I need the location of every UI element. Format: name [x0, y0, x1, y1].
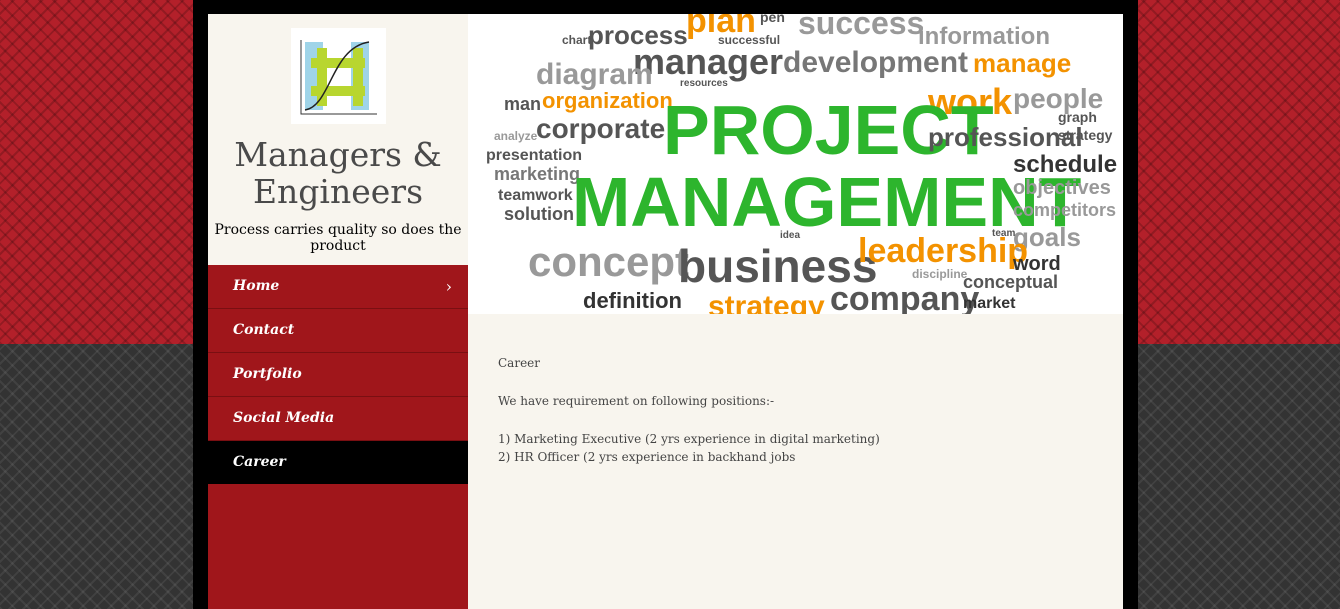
nav-item-contact[interactable]: Contact: [208, 309, 468, 353]
word-market: market: [963, 295, 1016, 312]
word-conceptual: conceptual: [963, 272, 1058, 292]
content-heading: Career: [498, 356, 541, 370]
word-teamwork: teamwork: [498, 187, 573, 204]
word-team: team: [992, 228, 1015, 239]
position-item: 2) HR Officer (2 yrs experience in backh…: [498, 450, 796, 464]
word-resources: resources: [680, 78, 728, 89]
word-corporate: corporate: [536, 113, 665, 144]
word-company: company: [830, 280, 979, 314]
site-title[interactable]: Managers & Engineers: [208, 136, 468, 210]
nav-item-label: Home: [233, 278, 280, 294]
nav-item-label: Contact: [233, 322, 295, 338]
word-marketing: marketing: [494, 164, 580, 184]
word-success: success: [798, 14, 924, 41]
site-tagline: Process carries quality so does the prod…: [214, 222, 462, 254]
word-analyze: analyze: [494, 129, 538, 143]
word-solution: solution: [504, 204, 574, 224]
chevron-right-icon: ›: [445, 277, 452, 296]
word-diagram: diagram: [536, 58, 653, 91]
word-man: man: [504, 94, 541, 114]
main-content: plan pen success information process suc…: [468, 14, 1123, 609]
nav-item-career[interactable]: Career: [208, 441, 468, 484]
logo-graphic: [297, 34, 380, 118]
word-strategy: strategy: [708, 290, 825, 314]
nav-item-portfolio[interactable]: Portfolio: [208, 353, 468, 397]
site-logo[interactable]: [291, 28, 386, 124]
nav-item-label: Career: [233, 454, 286, 470]
main-nav: Home › Contact Portfolio Social Media Ca…: [208, 265, 468, 484]
word-organization: organization: [542, 88, 673, 113]
word-definition: definition: [583, 288, 682, 313]
career-text: Career We have requirement on following …: [498, 354, 1098, 466]
word-idea: idea: [780, 230, 800, 241]
nav-item-home[interactable]: Home ›: [208, 265, 468, 309]
word-strategy-small: strategy: [1058, 127, 1113, 143]
word-pen: pen: [760, 14, 785, 25]
word-manage: manage: [973, 48, 1071, 78]
nav-item-label: Portfolio: [233, 366, 302, 382]
word-manager: manager: [633, 41, 783, 82]
word-chart: chart: [562, 33, 591, 47]
position-item: 1) Marketing Executive (2 yrs experience…: [498, 432, 880, 446]
brand-block: Managers & Engineers Process carries qua…: [208, 14, 468, 265]
nav-item-social-media[interactable]: Social Media: [208, 397, 468, 441]
word-objectives: objectives: [1013, 177, 1111, 199]
content-intro: We have requirement on following positio…: [498, 394, 775, 408]
word-graph: graph: [1058, 109, 1097, 125]
word-concept: concept: [528, 238, 689, 285]
word-development: development: [783, 46, 968, 79]
word-presentation: presentation: [486, 147, 582, 164]
word-cloud-image: plan pen success information process suc…: [476, 14, 1117, 314]
sidebar: Managers & Engineers Process carries qua…: [208, 14, 468, 609]
banner-word-cloud: plan pen success information process suc…: [468, 14, 1123, 314]
nav-item-label: Social Media: [233, 410, 335, 426]
word-competitors: competitors: [1013, 200, 1116, 220]
word-discipline: discipline: [912, 267, 968, 281]
